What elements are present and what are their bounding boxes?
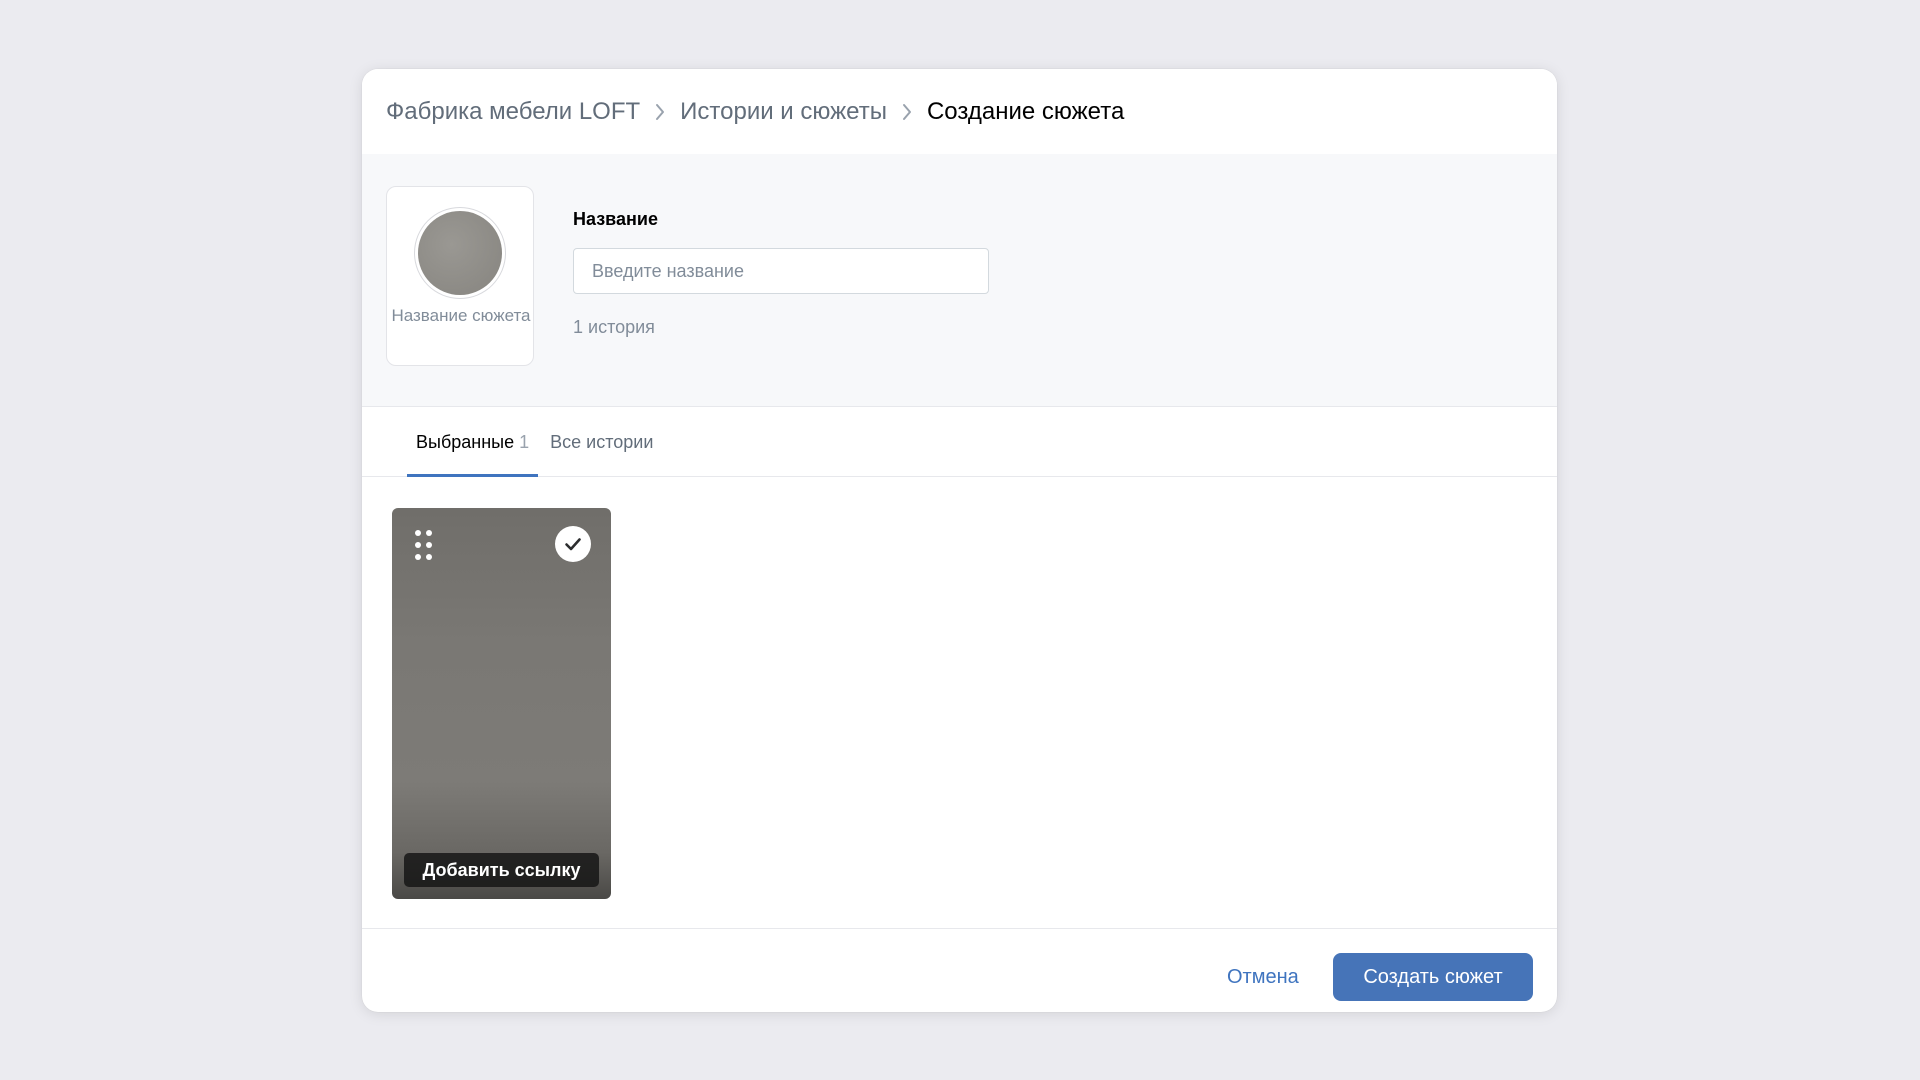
cancel-button[interactable]: Отмена: [1215, 953, 1311, 1001]
create-story-dialog: Фабрика мебели LOFT Истории и сюжеты Соз…: [362, 69, 1557, 1012]
story-cover-preview[interactable]: Название сюжета: [386, 186, 534, 366]
story-count: 1 история: [573, 317, 655, 337]
breadcrumb-item-stories[interactable]: Истории и сюжеты: [680, 98, 887, 126]
breadcrumb-item-current: Создание сюжета: [926, 97, 1125, 125]
story-info-section: Название сюжета Название 1 история: [362, 154, 1557, 407]
cover-image: [418, 211, 502, 295]
breadcrumb: Фабрика мебели LOFT Истории и сюжеты Соз…: [362, 69, 1557, 154]
story-card[interactable]: Добавить ссылку: [392, 508, 611, 899]
chevron-right-icon: [887, 102, 927, 122]
name-input[interactable]: [573, 248, 989, 294]
tab-label: Выбранные: [416, 431, 515, 452]
tabs: Выбранные 1 Все истории: [362, 407, 1557, 477]
tab-all-stories[interactable]: Все истории: [541, 407, 662, 477]
breadcrumb-item-community[interactable]: Фабрика мебели LOFT: [386, 98, 640, 126]
dialog-footer: Отмена Создать сюжет: [362, 929, 1557, 1012]
tab-selected[interactable]: Выбранные 1: [407, 407, 539, 477]
create-story-button[interactable]: Создать сюжет: [1333, 953, 1533, 1001]
stories-grid: Добавить ссылку: [362, 477, 1557, 929]
chevron-right-icon: [640, 102, 680, 122]
checkmark-icon[interactable]: [555, 526, 591, 562]
cover-label: Название сюжета: [391, 306, 531, 325]
add-link-button[interactable]: Добавить ссылку: [404, 853, 599, 887]
tab-label: Все истории: [550, 431, 654, 452]
tab-count: 1: [519, 431, 530, 452]
name-label: Название: [573, 209, 658, 229]
drag-handle-icon[interactable]: [414, 529, 434, 561]
